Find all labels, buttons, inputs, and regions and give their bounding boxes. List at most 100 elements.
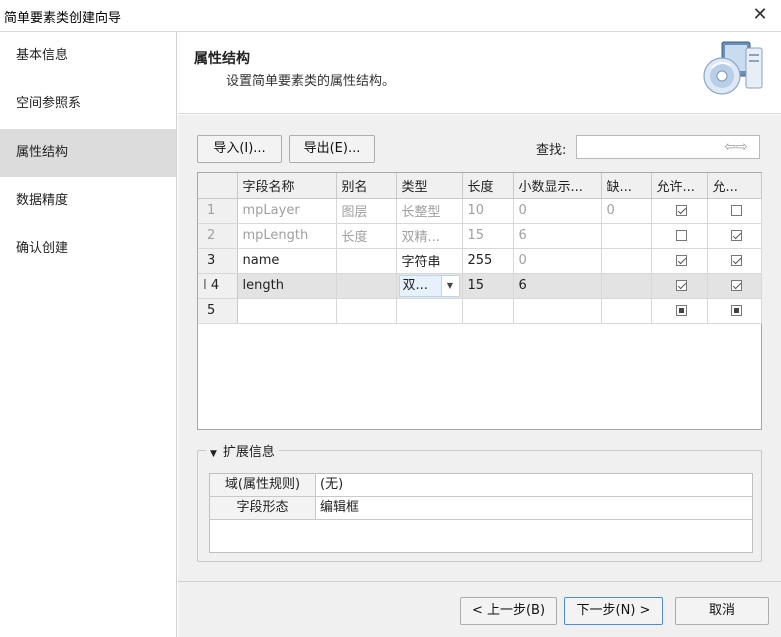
- type-cell[interactable]: 双... ▼: [396, 273, 463, 299]
- allow-2-cell[interactable]: [707, 248, 762, 274]
- search-prev-next-icon[interactable]: ⇦⇨: [715, 139, 757, 155]
- field-name-cell[interactable]: name: [237, 248, 337, 274]
- import-button[interactable]: 导入(I)...: [197, 135, 282, 163]
- default-cell[interactable]: [601, 273, 652, 299]
- allow-2-checkbox[interactable]: [731, 280, 742, 291]
- type-cell[interactable]: 长整型: [396, 198, 463, 224]
- field-name-cell[interactable]: [237, 298, 337, 324]
- extended-info-properties: 域(属性规则) (无) 字段形态 编辑框: [209, 473, 753, 553]
- column-header-allow-2[interactable]: 允...: [707, 173, 762, 199]
- prev-step-button[interactable]: < 上一步(B): [460, 597, 557, 625]
- type-cell[interactable]: 双精...: [396, 223, 463, 249]
- alias-cell[interactable]: 长度: [336, 223, 397, 249]
- type-cell[interactable]: [396, 298, 463, 324]
- allow-1-checkbox[interactable]: [676, 255, 687, 266]
- fields-grid[interactable]: 字段名称 别名 类型 长度 小数显示... 缺... 允许... 允... 1 …: [197, 172, 762, 430]
- search-label: 查找:: [536, 143, 567, 158]
- length-cell[interactable]: 15: [462, 273, 514, 299]
- field-name-cell[interactable]: mpLength: [237, 223, 337, 249]
- next-step-button[interactable]: 下一步(N) >: [564, 597, 663, 625]
- alias-cell[interactable]: [336, 248, 397, 274]
- allow-2-checkbox[interactable]: [731, 230, 742, 241]
- collapse-triangle-icon[interactable]: ▼: [210, 449, 217, 459]
- alias-cell[interactable]: [336, 273, 397, 299]
- sidebar-item-spatial-reference[interactable]: 空间参照系: [0, 80, 176, 128]
- step-header: 属性结构 设置简单要素类的属性结构。: [178, 32, 781, 114]
- column-header-alias[interactable]: 别名: [336, 173, 397, 199]
- column-header-length[interactable]: 长度: [462, 173, 514, 199]
- row-number: 5: [198, 298, 238, 324]
- field-name-cell[interactable]: length: [237, 273, 337, 299]
- sidebar-item-attribute-structure[interactable]: 属性结构: [0, 129, 176, 177]
- chevron-down-icon[interactable]: ▼: [440, 275, 459, 296]
- allow-2-checkbox[interactable]: [731, 205, 742, 216]
- column-header-field-name[interactable]: 字段名称: [237, 173, 337, 199]
- sidebar-item-label: 确认创建: [16, 241, 69, 256]
- row-number-value: 4: [210, 278, 220, 293]
- default-cell[interactable]: [601, 298, 652, 324]
- close-icon[interactable]: ✕: [749, 4, 771, 26]
- decimal-cell[interactable]: 0: [513, 198, 602, 224]
- length-cell[interactable]: [462, 298, 514, 324]
- table-row-new[interactable]: 5: [198, 298, 762, 324]
- decimal-cell[interactable]: 0: [513, 248, 602, 274]
- export-button[interactable]: 导出(E)...: [289, 135, 375, 163]
- property-value[interactable]: 编辑框: [320, 497, 359, 519]
- property-row-domain[interactable]: 域(属性规则) (无): [210, 474, 752, 497]
- allow-1-cell[interactable]: [651, 298, 708, 324]
- row-edit-cursor-icon: I: [203, 278, 207, 293]
- allow-2-cell[interactable]: [707, 298, 762, 324]
- column-header-default[interactable]: 缺...: [601, 173, 652, 199]
- default-cell[interactable]: 0: [601, 198, 652, 224]
- column-header-row-number: [198, 173, 238, 199]
- type-dropdown-value: 双...: [399, 275, 441, 296]
- allow-1-cell[interactable]: [651, 223, 708, 249]
- search-input[interactable]: ⇦⇨: [576, 135, 760, 159]
- allow-2-checkbox[interactable]: [731, 305, 742, 316]
- allow-1-checkbox[interactable]: [676, 305, 687, 316]
- extended-info-toggle[interactable]: ▼ 扩展信息: [206, 441, 279, 460]
- table-row[interactable]: 3 name 字符串 255 0: [198, 248, 762, 274]
- table-row-selected[interactable]: I4 length 双... ▼ 15 6: [198, 273, 762, 299]
- type-dropdown[interactable]: 双... ▼: [398, 274, 460, 297]
- allow-1-checkbox[interactable]: [676, 230, 687, 241]
- field-name-cell[interactable]: mpLayer: [237, 198, 337, 224]
- property-row-field-form[interactable]: 字段形态 编辑框: [210, 497, 752, 520]
- table-row[interactable]: 2 mpLength 长度 双精... 15 6: [198, 223, 762, 249]
- length-cell[interactable]: 15: [462, 223, 514, 249]
- column-header-decimal-places[interactable]: 小数显示...: [513, 173, 602, 199]
- length-cell[interactable]: 255: [462, 248, 514, 274]
- allow-2-cell[interactable]: [707, 223, 762, 249]
- allow-1-checkbox[interactable]: [676, 205, 687, 216]
- sidebar-item-label: 空间参照系: [16, 96, 82, 111]
- alias-cell[interactable]: [336, 298, 397, 324]
- allow-2-cell[interactable]: [707, 273, 762, 299]
- cancel-button[interactable]: 取消: [675, 597, 769, 625]
- wizard-footer: < 上一步(B) 下一步(N) > 取消: [178, 581, 781, 637]
- column-header-type[interactable]: 类型: [396, 173, 463, 199]
- step-subtitle: 设置简单要素类的属性结构。: [226, 74, 396, 89]
- property-key: 域(属性规则): [210, 474, 316, 496]
- default-cell[interactable]: [601, 223, 652, 249]
- default-cell[interactable]: [601, 248, 652, 274]
- allow-2-cell[interactable]: [707, 198, 762, 224]
- decimal-cell[interactable]: 6: [513, 273, 602, 299]
- allow-1-cell[interactable]: [651, 273, 708, 299]
- column-header-allow-1[interactable]: 允许...: [651, 173, 708, 199]
- allow-1-cell[interactable]: [651, 198, 708, 224]
- alias-cell[interactable]: 图层: [336, 198, 397, 224]
- allow-2-checkbox[interactable]: [731, 255, 742, 266]
- sidebar-item-label: 基本信息: [16, 48, 69, 63]
- sidebar-item-confirm-create[interactable]: 确认创建: [0, 225, 176, 273]
- length-cell[interactable]: 10: [462, 198, 514, 224]
- property-value[interactable]: (无): [320, 474, 343, 496]
- allow-1-checkbox[interactable]: [676, 280, 687, 291]
- sidebar-item-basic-info[interactable]: 基本信息: [0, 32, 176, 80]
- decimal-cell[interactable]: [513, 298, 602, 324]
- decimal-cell[interactable]: 6: [513, 223, 602, 249]
- sidebar-item-label: 数据精度: [16, 193, 69, 208]
- table-row[interactable]: 1 mpLayer 图层 长整型 10 0 0: [198, 198, 762, 224]
- sidebar-item-data-precision[interactable]: 数据精度: [0, 177, 176, 225]
- allow-1-cell[interactable]: [651, 248, 708, 274]
- type-cell[interactable]: 字符串: [396, 248, 463, 274]
